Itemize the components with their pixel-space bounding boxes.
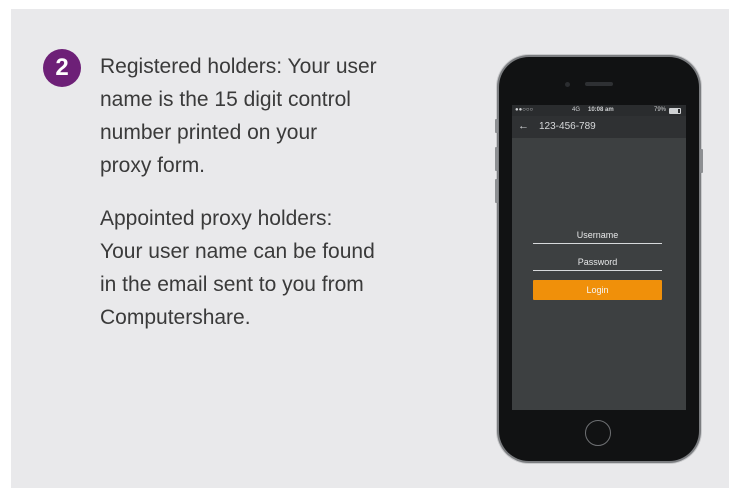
password-field[interactable]: Password — [533, 254, 662, 271]
nav-bar: ← 123-456-789 — [512, 116, 686, 138]
nav-title: 123-456-789 — [539, 121, 596, 132]
login-button[interactable]: Login — [533, 280, 662, 300]
instruction-text: Registered holders: Your user name is th… — [100, 50, 430, 334]
volume-down-button — [495, 179, 498, 203]
home-button[interactable] — [585, 420, 611, 446]
status-bar: ●●○○○ 4G 10:08 am 79% — [512, 105, 686, 116]
battery-icon — [669, 108, 681, 114]
signal-strength: ●●○○○ — [515, 107, 534, 113]
battery-percent: 79% — [654, 107, 667, 113]
registered-holders-text: Registered holders: Your user name is th… — [100, 55, 377, 177]
front-camera-icon — [565, 82, 570, 87]
status-time: 10:08 am — [588, 107, 614, 113]
speaker-grille — [585, 82, 613, 86]
volume-up-button — [495, 147, 498, 171]
arrow-left-icon[interactable]: ← — [518, 120, 529, 132]
phone-screen: ●●○○○ 4G 10:08 am 79% ← 123-456-789 User… — [512, 105, 686, 410]
mute-switch — [495, 119, 498, 133]
appointed-holders-text: Appointed proxy holders: Your user name … — [100, 207, 375, 329]
phone-mockup: ●●○○○ 4G 10:08 am 79% ← 123-456-789 User… — [495, 57, 703, 461]
power-button — [700, 149, 703, 173]
username-field[interactable]: Username — [533, 227, 662, 244]
step-badge: 2 — [43, 49, 81, 87]
network-type: 4G — [572, 107, 581, 113]
